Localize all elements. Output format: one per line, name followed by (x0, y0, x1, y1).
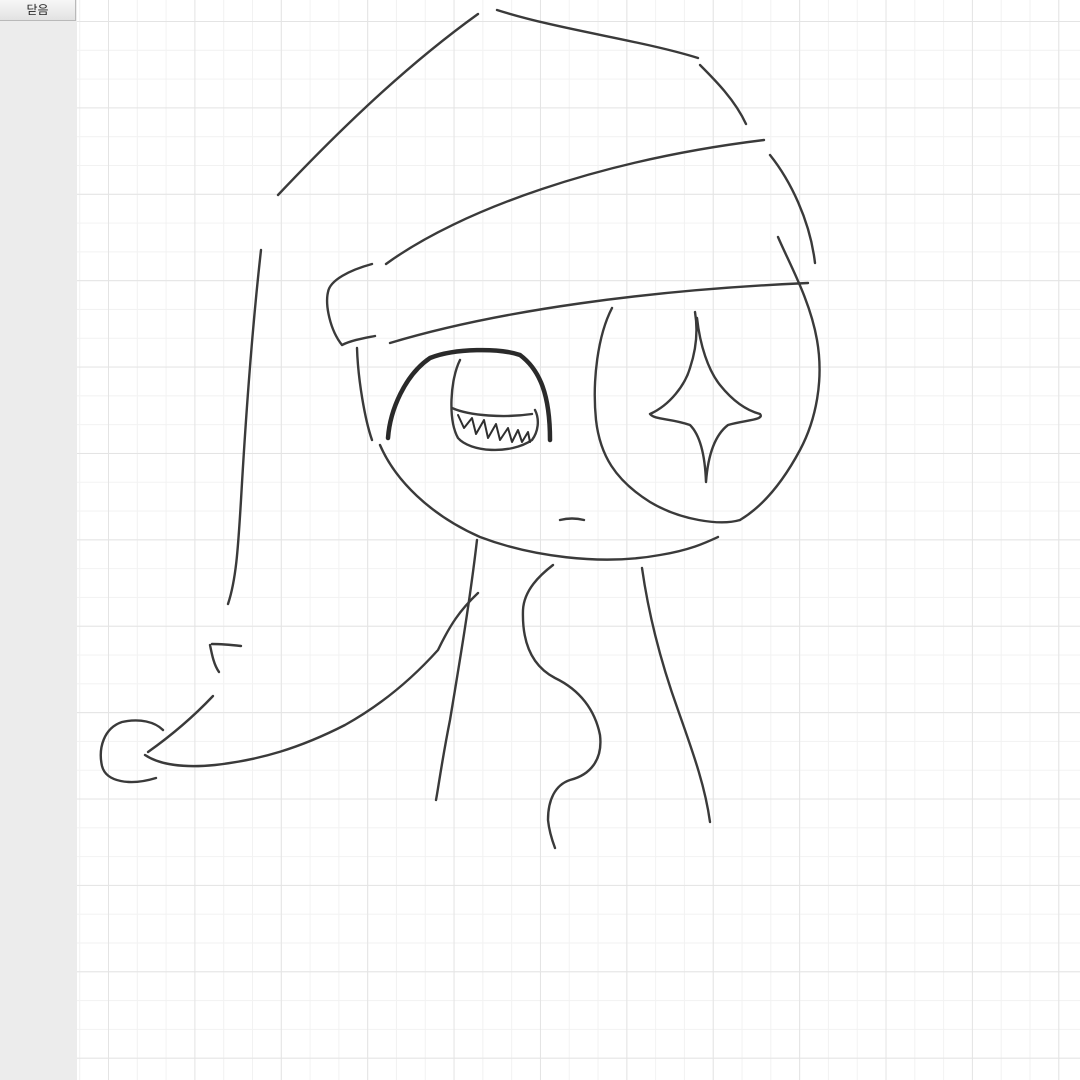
close-button[interactable]: 닫음 (0, 0, 76, 21)
sidebar: 닫음 (0, 0, 77, 1080)
drawing-app: 닫음 (0, 0, 1080, 1080)
drawing-canvas[interactable] (77, 0, 1080, 1080)
